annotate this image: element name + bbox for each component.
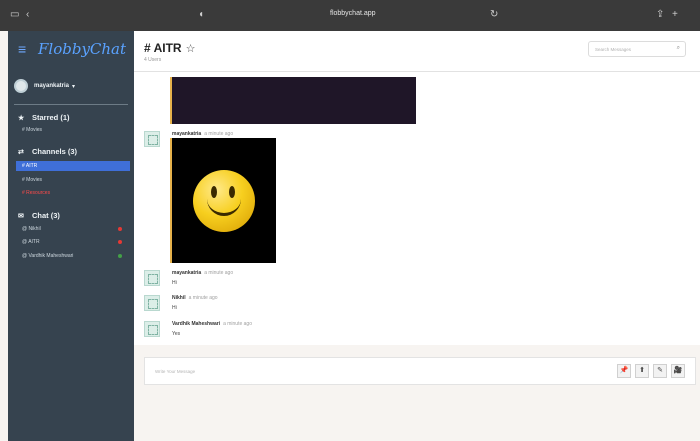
channel-header: # AITR ☆ 4 Users Search Messages ⌕ <box>134 31 700 72</box>
pin-icon[interactable]: 📌 <box>617 364 631 378</box>
starred-section[interactable]: ★ Starred (1) <box>18 113 70 122</box>
channel-item-movies[interactable]: # Movies <box>22 175 132 185</box>
search-icon[interactable]: ⌕ <box>677 45 680 52</box>
user-name: mayankatria <box>34 83 70 89</box>
search-box[interactable]: Search Messages ⌕ <box>588 41 686 57</box>
channels-label: Channels (3) <box>32 147 78 156</box>
shield-icon: ◖ <box>198 9 205 20</box>
divider <box>14 104 128 105</box>
image-attachment[interactable] <box>170 138 276 263</box>
new-tab-icon[interactable]: + <box>672 9 678 21</box>
chat-label: Chat (3) <box>32 211 60 220</box>
message-author: mayankatria a minute ago <box>172 131 234 137</box>
edit-icon[interactable]: ✎ <box>653 364 667 378</box>
dm-item-vardhik[interactable]: @ Vardhik Maheshwari <box>22 251 122 261</box>
message-text: Yes <box>172 331 181 337</box>
avatar <box>144 321 160 337</box>
dm-item-nikhil[interactable]: @ Nikhil <box>22 224 122 234</box>
avatar <box>144 131 160 147</box>
message-composer[interactable]: Write Your Message 📌 ⬆ ✎ 🎥 <box>144 357 696 385</box>
avatar <box>14 79 28 93</box>
dm-label: @ AITR <box>22 239 40 245</box>
video-icon[interactable]: 🎥 <box>671 364 685 378</box>
star-outline-icon[interactable]: ☆ <box>186 42 196 55</box>
avatar <box>144 295 160 311</box>
message-input[interactable]: Write Your Message <box>155 369 195 374</box>
chevron-down-icon: ▾ <box>72 83 76 90</box>
page-title: # AITR ☆ <box>144 41 195 55</box>
star-icon: ★ <box>18 114 25 122</box>
channel-item-resources[interactable]: # Resources <box>22 188 132 198</box>
back-icon[interactable]: ‹ <box>26 9 29 21</box>
message-text: Hi <box>172 280 177 286</box>
channel-item-aitr[interactable]: # AITR <box>16 161 130 171</box>
chat-section[interactable]: ✉ Chat (3) <box>18 211 60 220</box>
message-author: Nikhil a minute ago <box>172 295 218 301</box>
channel-title: # AITR <box>144 41 182 55</box>
user-menu[interactable]: mayankatria ▾ <box>14 79 75 93</box>
brand-name: FlobbyChat <box>38 40 127 58</box>
sidebar-toggle-icon[interactable]: ▭ <box>10 9 19 21</box>
upload-icon[interactable]: ⬆ <box>635 364 649 378</box>
starred-item-movies[interactable]: # Movies <box>22 125 132 135</box>
media-preview[interactable] <box>170 77 416 124</box>
status-offline-icon <box>118 240 122 244</box>
dm-item-aitr[interactable]: @ AITR <box>22 237 122 247</box>
message-list[interactable]: mayankatria a minute ago mayankatria a min… <box>134 72 700 345</box>
message-author: mayankatria a minute ago <box>172 270 234 276</box>
sidebar: ≡ FlobbyChat mayankatria ▾ ★ Starred (1)… <box>8 31 134 441</box>
message-text: Hi <box>172 305 177 311</box>
dm-label: @ Nikhil <box>22 226 41 232</box>
channels-section[interactable]: ⇄ Channels (3) <box>18 147 77 156</box>
reload-icon[interactable]: ↻ <box>490 9 498 21</box>
browser-toolbar: ▭ ‹ ◖ flobbychat.app ↻ ⇪ + <box>0 0 700 31</box>
search-input[interactable]: Search Messages <box>595 47 631 52</box>
brand: ≡ FlobbyChat <box>18 39 126 59</box>
user-count: 4 Users <box>144 57 162 63</box>
main-panel: # AITR ☆ 4 Users Search Messages ⌕ mayan… <box>134 31 700 441</box>
starred-label: Starred (1) <box>32 113 70 122</box>
exchange-icon: ⇄ <box>18 148 24 156</box>
status-offline-icon <box>118 227 122 231</box>
status-online-icon <box>118 254 122 258</box>
message-author: Vardhik Maheshwari a minute ago <box>172 321 252 327</box>
chat-logo-icon: ≡ <box>18 41 27 57</box>
address-bar[interactable]: flobbychat.app <box>330 10 376 17</box>
mail-icon: ✉ <box>18 212 24 220</box>
avatar <box>144 270 160 286</box>
share-icon[interactable]: ⇪ <box>656 9 664 21</box>
dm-label: @ Vardhik Maheshwari <box>22 253 74 259</box>
smiley-image <box>193 170 255 232</box>
